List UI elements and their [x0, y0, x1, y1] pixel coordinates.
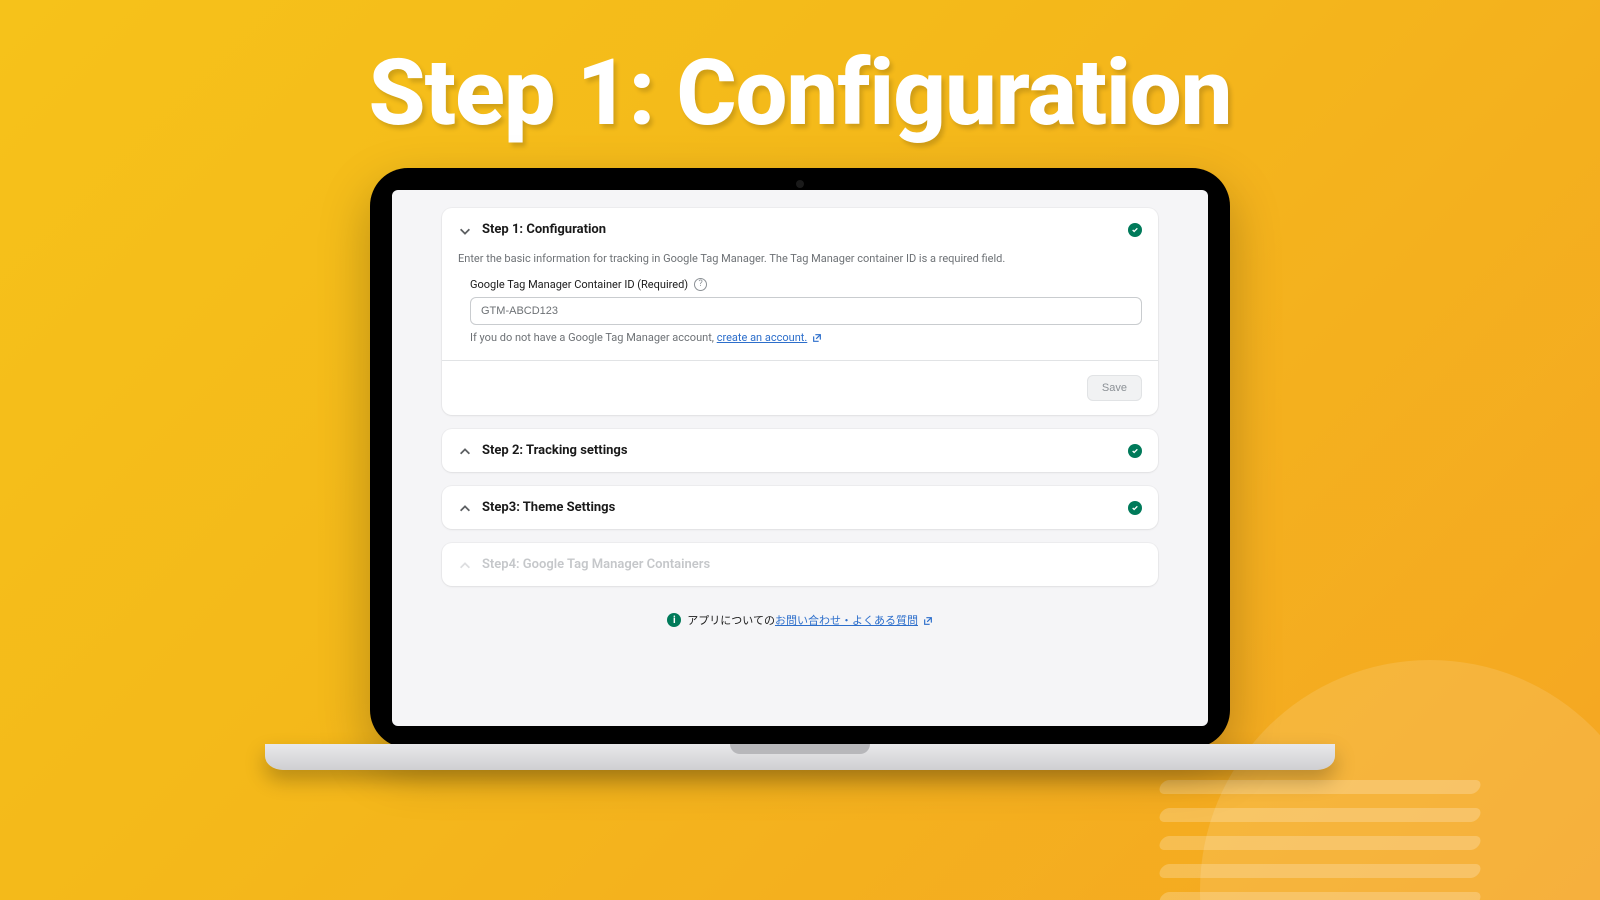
help-icon[interactable]: ?	[694, 278, 707, 291]
step2-card: Step 2: Tracking settings	[442, 429, 1158, 472]
laptop-screen: Step 1: Configuration Enter the basic in…	[370, 168, 1230, 748]
step3-header[interactable]: Step3: Theme Settings	[442, 486, 1158, 529]
step1-footer: Save	[442, 360, 1158, 415]
step2-header[interactable]: Step 2: Tracking settings	[442, 429, 1158, 472]
step4-card: Step4: Google Tag Manager Containers	[442, 543, 1158, 586]
check-circle-icon	[1128, 501, 1142, 515]
chevron-up-icon	[458, 558, 472, 572]
container-id-hint: If you do not have a Google Tag Manager …	[470, 331, 1142, 344]
step1-header[interactable]: Step 1: Configuration	[442, 208, 1158, 251]
promo-stage: Step 1: Configuration Step 1: Configurat…	[0, 0, 1600, 900]
external-link-icon	[923, 616, 933, 626]
step1-card: Step 1: Configuration Enter the basic in…	[442, 208, 1158, 415]
step4-title: Step4: Google Tag Manager Containers	[482, 557, 710, 572]
laptop-mockup: Step 1: Configuration Enter the basic in…	[370, 168, 1230, 770]
step3-card: Step3: Theme Settings	[442, 486, 1158, 529]
chevron-up-icon	[458, 444, 472, 458]
decorative-stripes	[1160, 780, 1480, 900]
hint-text: If you do not have a Google Tag Manager …	[470, 331, 717, 344]
container-id-input[interactable]	[470, 297, 1142, 325]
chevron-up-icon	[458, 501, 472, 515]
footer-prefix: アプリについての	[687, 614, 775, 627]
step1-description: Enter the basic information for tracking…	[442, 251, 1158, 278]
external-link-icon	[812, 333, 822, 343]
chevron-down-icon	[458, 223, 472, 237]
footer-faq-link[interactable]: お問い合わせ・よくある質問	[775, 614, 918, 627]
check-circle-icon	[1128, 223, 1142, 237]
laptop-base	[265, 744, 1335, 770]
laptop-notch	[730, 744, 870, 754]
create-account-link[interactable]: create an account.	[717, 331, 808, 344]
app-viewport: Step 1: Configuration Enter the basic in…	[392, 190, 1208, 726]
hero-title: Step 1: Configuration	[0, 40, 1600, 147]
info-icon: i	[667, 613, 681, 627]
footer-help: i アプリについてのお問い合わせ・よくある質問	[442, 612, 1158, 628]
step3-title: Step3: Theme Settings	[482, 500, 615, 515]
save-button[interactable]: Save	[1087, 375, 1142, 401]
step2-title: Step 2: Tracking settings	[482, 443, 628, 458]
step4-header: Step4: Google Tag Manager Containers	[442, 543, 1158, 586]
container-id-label: Google Tag Manager Container ID (Require…	[470, 278, 688, 291]
check-circle-icon	[1128, 444, 1142, 458]
step1-title: Step 1: Configuration	[482, 222, 606, 237]
